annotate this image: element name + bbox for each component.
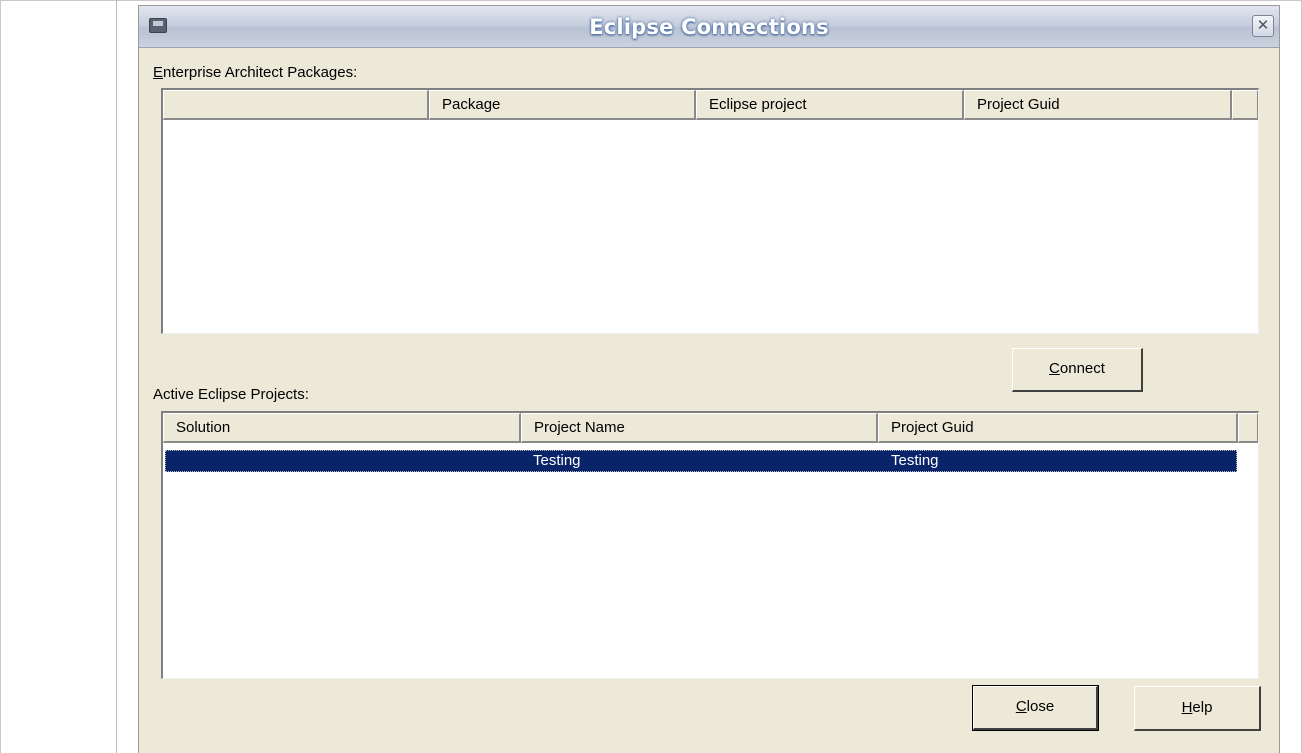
- column-header-filler: [1232, 90, 1258, 120]
- cell-project-guid: Testing: [891, 452, 939, 469]
- projects-list-header: Solution Project Name Project Guid: [163, 413, 1258, 443]
- connect-button[interactable]: Connect: [1012, 348, 1143, 392]
- column-header-project-name[interactable]: Project Name: [521, 413, 878, 443]
- column-header-package[interactable]: Package: [429, 90, 696, 120]
- help-button[interactable]: Help: [1134, 686, 1261, 731]
- eclipse-connections-dialog: Eclipse Connections ✕ Enterprise Archite…: [138, 5, 1280, 753]
- column-header-project-guid[interactable]: Project Guid: [964, 90, 1232, 120]
- cell-project-name: Testing: [533, 452, 581, 469]
- packages-label: Enterprise Architect Packages:: [153, 64, 358, 81]
- title-bar[interactable]: Eclipse Connections ✕: [139, 6, 1279, 48]
- table-row[interactable]: Testing Testing: [165, 450, 1237, 472]
- document-column-divider: [116, 0, 117, 753]
- column-header-eclipse-project[interactable]: Eclipse project: [696, 90, 964, 120]
- column-header-solution[interactable]: Solution: [163, 413, 521, 443]
- close-button[interactable]: Close: [972, 685, 1099, 731]
- document-top-border: [0, 0, 1302, 1]
- packages-list-header: Package Eclipse project Project Guid: [163, 90, 1258, 120]
- column-header-project-guid[interactable]: Project Guid: [878, 413, 1238, 443]
- window-title: Eclipse Connections: [589, 15, 829, 39]
- projects-list[interactable]: Solution Project Name Project Guid Testi…: [161, 411, 1259, 679]
- column-header-filler: [1238, 413, 1258, 443]
- close-icon[interactable]: ✕: [1252, 15, 1274, 37]
- column-header-blank[interactable]: [163, 90, 429, 120]
- document-left-border: [0, 0, 1, 753]
- packages-list[interactable]: Package Eclipse project Project Guid: [161, 88, 1259, 334]
- projects-label: Active Eclipse Projects:: [153, 386, 309, 403]
